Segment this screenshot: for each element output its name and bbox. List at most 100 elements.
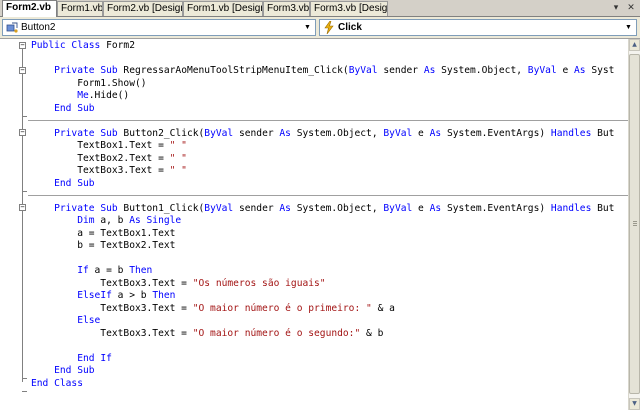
control-object-icon [6,22,18,33]
tab-form1-vb[interactable]: Form1.vb [57,1,103,16]
string-token: "Os números são iguais" [192,277,326,289]
code-line[interactable]: TextBox3.Text = " " [31,165,187,178]
tab-form1-vb-design[interactable]: Form1.vb [Design] [183,1,263,16]
code-line[interactable]: TextBox3.Text = "O maior número é o segu… [31,328,383,341]
code-token: a = TextBox1.Text [31,227,176,239]
collapse-icon[interactable]: − [19,129,26,136]
code-token: But [591,202,615,214]
keyword-token: End Sub [54,102,95,114]
string-token: " " [169,165,187,176]
code-token: .Hide() [88,90,130,101]
keyword-token: Handles [550,127,592,139]
tab-form2-vb[interactable]: Form2.vb [2,0,57,17]
close-icon[interactable]: ✕ [625,2,637,14]
code-line[interactable]: End Sub [31,365,94,378]
code-line[interactable]: End Sub [31,102,95,116]
keyword-token: As [574,65,586,76]
keyword-token: Private Sub [54,202,118,214]
keyword-token: Me [77,90,89,101]
collapse-icon[interactable]: − [19,42,26,49]
code-line[interactable]: TextBox2.Text = " " [31,153,187,166]
code-line[interactable]: Public Class Form2 [31,40,135,53]
scrollbar-thumb[interactable] [629,54,640,394]
code-line[interactable]: b = TextBox2.Text [31,240,175,253]
keyword-token: End Sub [54,177,95,189]
code-token: Button1_Click( [117,202,205,214]
keyword-token: Handles [550,202,592,214]
keyword-token: ByVal [527,65,557,76]
keyword-token: ByVal [383,202,413,214]
outline-end [22,378,27,379]
navigation-bar: Button2 ▼ Click ▼ [0,17,640,39]
code-token: TextBox2.Text = [31,152,170,164]
keyword-token: Private Sub [54,127,118,139]
code-token: System.EventArgs) [441,127,551,139]
code-line[interactable]: ElseIf a > b Then [31,290,175,303]
code-token: But [591,127,615,139]
tab-form3-vb-design[interactable]: Form3.vb [Design] [310,1,388,16]
code-token: sender [233,127,280,139]
tab-list-dropdown-icon[interactable]: ▾ [610,2,622,14]
tab-form3-vb[interactable]: Form3.vb [263,1,310,16]
keyword-token: Dim [77,215,95,226]
thumb-grip [633,223,637,224]
chevron-down-icon[interactable]: ▼ [622,21,635,34]
vertical-scrollbar[interactable]: ▲ ▼ [628,39,640,410]
code-line[interactable]: Me.Hide() [31,90,129,103]
code-line[interactable]: Private Sub Button2_Click(ByVal sender A… [31,128,614,141]
code-token: TextBox3.Text = [31,302,193,314]
code-token: b = TextBox2.Text [31,240,176,251]
tab-form2-vb-design[interactable]: Form2.vb [Design] [103,1,183,16]
chevron-down-icon[interactable]: ▼ [301,21,314,34]
code-token: TextBox1.Text = [31,140,170,151]
code-line[interactable]: Private Sub RegressarAoMenuToolStripMenu… [31,65,614,78]
code-line[interactable]: If a = b Then [31,265,152,278]
keyword-token: As Single [129,215,182,226]
event-dropdown-value: Click [338,22,362,33]
code-token: RegressarAoMenuToolStripMenuItem_Click( [117,65,349,76]
collapse-icon[interactable]: − [19,204,26,211]
string-token: " " [169,152,187,164]
document-tab-strip: Form2.vb Form1.vb Form2.vb [Design] Form… [0,0,640,17]
code-line[interactable]: TextBox1.Text = " " [31,140,187,153]
procedure-separator [28,195,628,196]
code-line[interactable]: a = TextBox1.Text [31,228,175,241]
object-dropdown[interactable]: Button2 ▼ [2,19,316,36]
collapse-icon[interactable]: − [19,67,26,74]
keyword-token: ByVal [204,127,234,139]
scroll-up-button[interactable]: ▲ [629,39,640,51]
code-line[interactable]: TextBox3.Text = "O maior número é o prim… [31,303,395,316]
code-token: e [412,127,430,139]
keyword-token: End If [77,352,112,364]
keyword-token: As [279,127,291,139]
code-line[interactable]: Private Sub Button1_Click(ByVal sender A… [31,203,614,216]
code-token: TextBox3.Text = [31,165,170,176]
code-token: sender [233,202,280,214]
code-editor[interactable]: − − − − Public Class Form2 Private Sub R… [0,39,628,410]
keyword-token: Then [129,265,153,276]
code-line[interactable]: End If [31,353,112,366]
code-line[interactable]: End Sub [31,177,95,191]
keyword-token: ByVal [204,202,234,214]
code-line[interactable]: End Class [31,378,83,391]
keyword-token: End Class [31,377,83,389]
code-line[interactable]: Else [31,315,100,328]
event-dropdown[interactable]: Click ▼ [319,19,637,36]
scroll-down-button[interactable]: ▼ [629,398,640,410]
code-line[interactable]: Form1.Show() [31,78,146,91]
code-line[interactable]: TextBox3.Text = "Os números são iguais" [31,277,326,291]
code-token: e [412,202,430,214]
code-token: a > b [111,290,153,301]
code-line[interactable]: Dim a, b As Single [31,215,181,228]
keyword-token: If [77,265,89,276]
thumb-grip [633,221,637,222]
keyword-token: ByVal [383,127,413,139]
lightning-event-icon [324,21,334,34]
